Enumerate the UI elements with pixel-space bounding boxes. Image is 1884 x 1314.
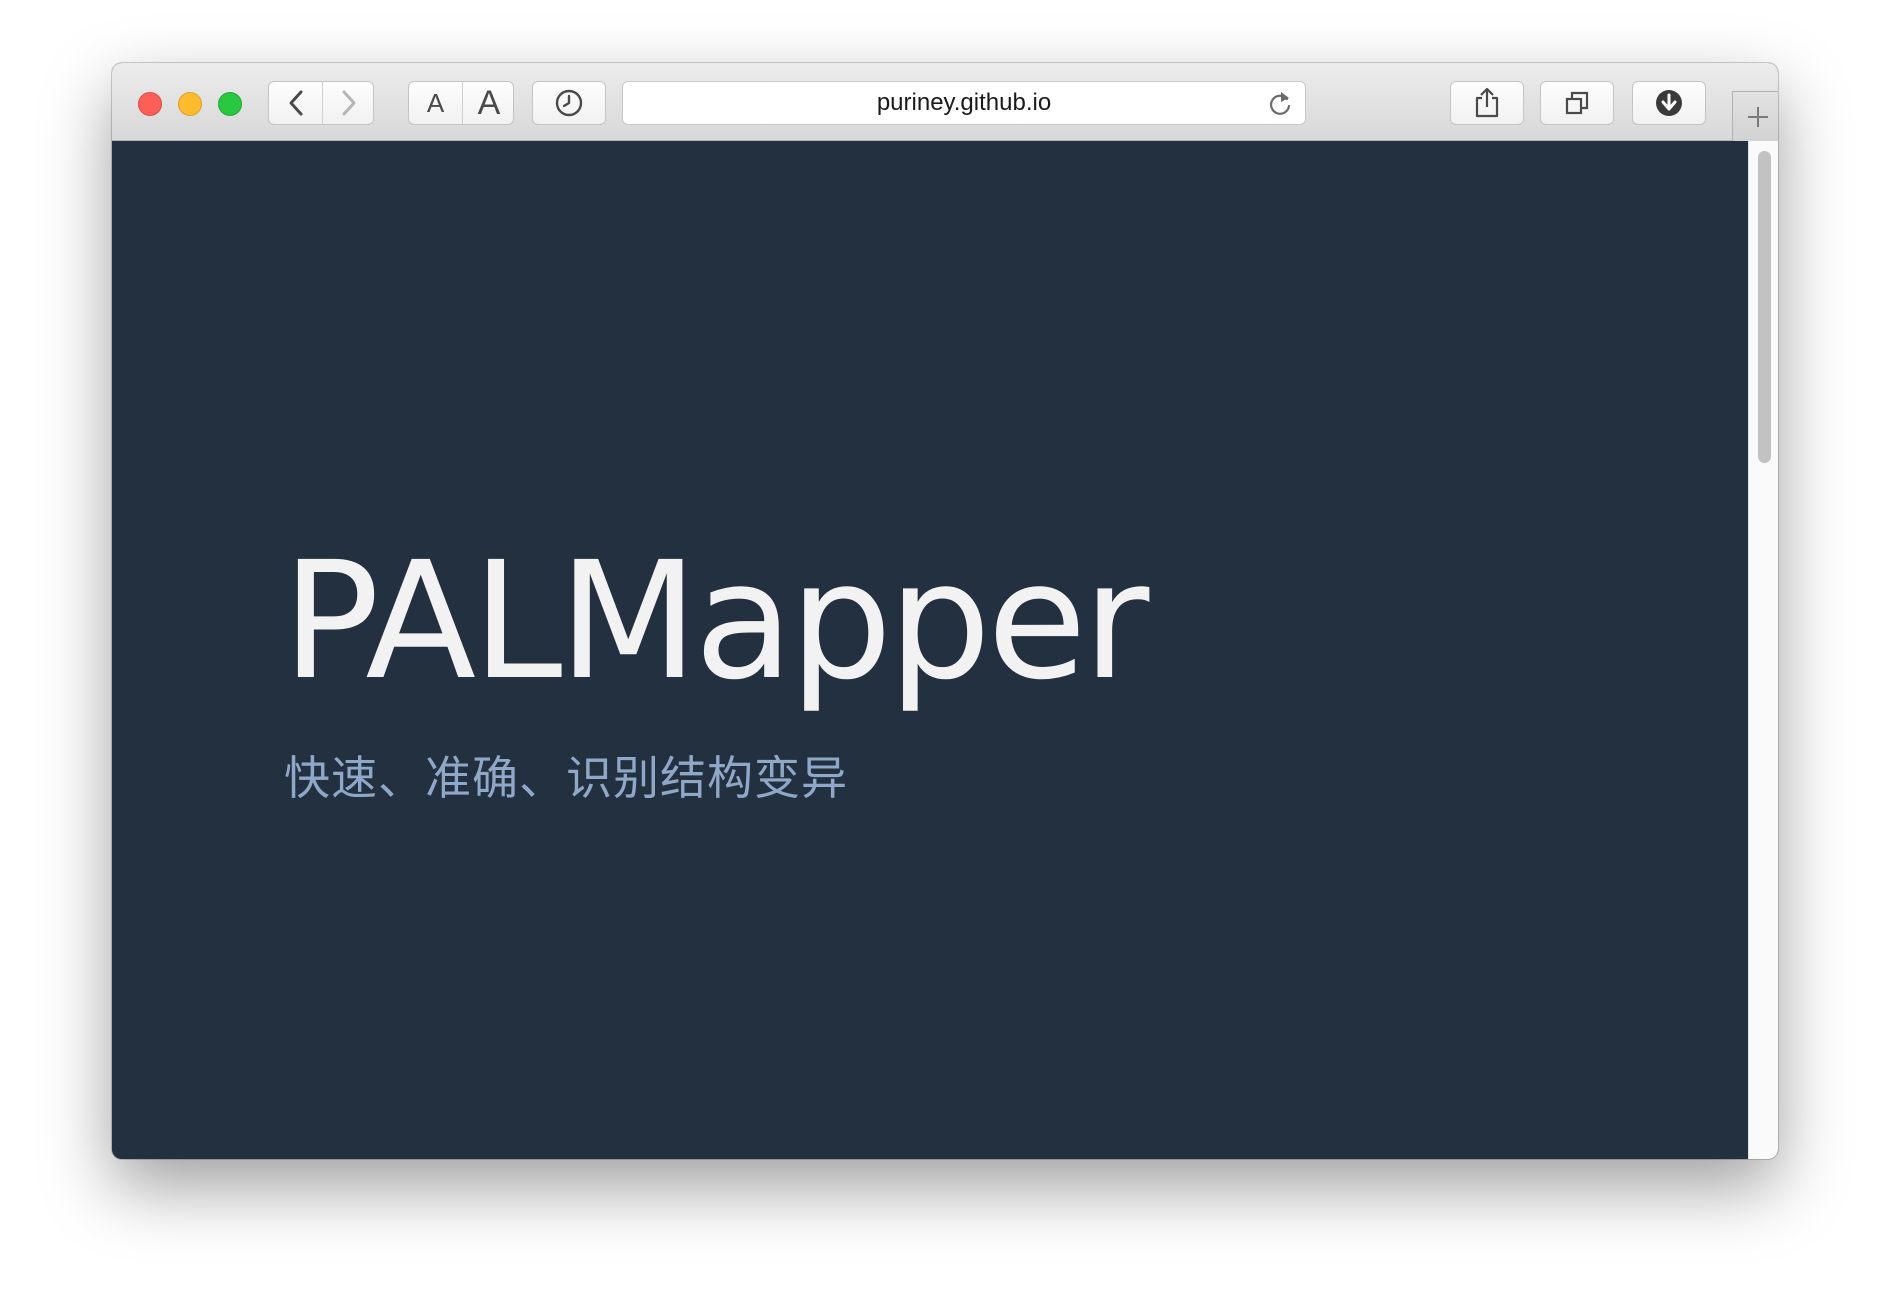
forward-button[interactable] <box>323 82 375 124</box>
font-large-label: A <box>477 83 501 122</box>
close-window-button[interactable] <box>138 92 162 116</box>
plus-icon <box>1747 106 1768 127</box>
page-subtitle: 快速、准确、识别结构变异 <box>284 751 848 805</box>
share-icon <box>1475 87 1499 118</box>
page-title: PALMapper <box>282 528 1149 716</box>
maximize-window-button[interactable] <box>218 92 242 116</box>
history-button[interactable] <box>532 81 606 125</box>
page-content: PALMapper 快速、准确、识别结构变异 <box>112 141 1748 1159</box>
share-button[interactable] <box>1450 81 1524 125</box>
decrease-font-button[interactable]: A <box>409 82 462 124</box>
tabs-overview-icon <box>1565 91 1589 115</box>
download-icon <box>1656 90 1682 116</box>
downloads-button[interactable] <box>1632 81 1706 125</box>
back-button[interactable] <box>269 82 322 124</box>
address-bar[interactable]: puriney.github.io <box>622 81 1306 125</box>
back-forward-group <box>268 81 374 125</box>
tabs-overview-button[interactable] <box>1540 81 1614 125</box>
increase-font-button[interactable]: A <box>463 82 515 124</box>
clock-icon <box>555 89 583 117</box>
minimize-window-button[interactable] <box>178 92 202 116</box>
browser-window: A A puriney.github.io PALMapper 快速、准确、识别… <box>112 63 1778 1159</box>
chevron-right-icon <box>342 90 356 116</box>
browser-toolbar: A A puriney.github.io <box>112 63 1778 141</box>
address-text: puriney.github.io <box>876 89 1052 116</box>
font-size-group: A A <box>408 81 514 125</box>
font-small-label: A <box>426 87 445 118</box>
vertical-scrollbar[interactable] <box>1748 141 1778 1159</box>
reload-icon[interactable] <box>1267 90 1293 118</box>
new-tab-button[interactable] <box>1732 91 1778 141</box>
scrollbar-thumb[interactable] <box>1758 151 1771 463</box>
chevron-left-icon <box>289 90 302 116</box>
